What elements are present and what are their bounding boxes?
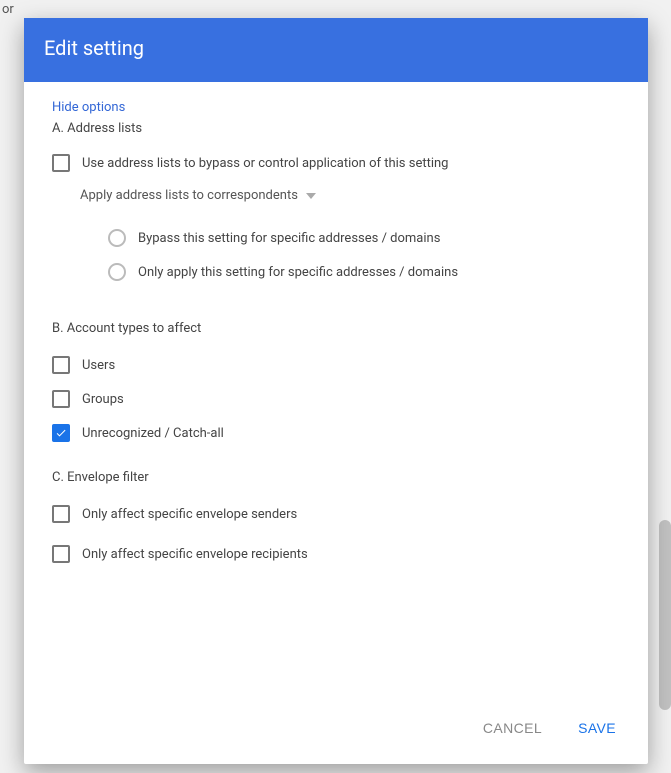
checkbox-unrecognized[interactable] <box>52 424 70 442</box>
row-users[interactable]: Users <box>52 356 620 374</box>
checkbox-groups[interactable] <box>52 390 70 408</box>
save-button[interactable]: SAVE <box>570 714 624 742</box>
dropdown-label: Apply address lists to correspondents <box>80 188 298 203</box>
dialog-title: Edit setting <box>24 18 648 82</box>
cancel-button[interactable]: CANCEL <box>475 714 550 742</box>
section-envelope-filter: C. Envelope filter Only affect specific … <box>52 470 620 563</box>
row-radio-only-apply[interactable]: Only apply this setting for specific add… <box>80 263 620 281</box>
edit-setting-dialog: Edit setting Hide options A. Address lis… <box>24 18 648 764</box>
row-envelope-recipients[interactable]: Only affect specific envelope recipients <box>52 545 620 563</box>
radio-only-apply[interactable] <box>108 263 126 281</box>
checkbox-envelope-recipients[interactable] <box>52 545 70 563</box>
label-envelope-senders: Only affect specific envelope senders <box>82 507 297 522</box>
section-c-heading: C. Envelope filter <box>52 470 620 485</box>
checkbox-use-address-lists[interactable] <box>52 154 70 172</box>
dialog-body: Hide options A. Address lists Use addres… <box>24 82 648 704</box>
label-users: Users <box>82 358 115 373</box>
section-a-heading: A. Address lists <box>52 121 620 136</box>
label-radio-bypass: Bypass this setting for specific address… <box>138 231 440 246</box>
section-account-types: B. Account types to affect Users Groups <box>52 321 620 442</box>
hide-options-link[interactable]: Hide options <box>52 100 125 115</box>
label-unrecognized: Unrecognized / Catch-all <box>82 426 224 441</box>
row-unrecognized[interactable]: Unrecognized / Catch-all <box>52 424 620 442</box>
section-b-heading: B. Account types to affect <box>52 321 620 336</box>
row-radio-bypass[interactable]: Bypass this setting for specific address… <box>80 229 620 247</box>
chevron-down-icon <box>306 193 316 199</box>
row-groups[interactable]: Groups <box>52 390 620 408</box>
label-groups: Groups <box>82 392 124 407</box>
label-use-address-lists: Use address lists to bypass or control a… <box>82 156 448 171</box>
row-use-address-lists[interactable]: Use address lists to bypass or control a… <box>52 154 620 172</box>
label-radio-only-apply: Only apply this setting for specific add… <box>138 265 458 280</box>
radio-bypass[interactable] <box>108 229 126 247</box>
dialog-footer: CANCEL SAVE <box>24 704 648 764</box>
row-envelope-senders[interactable]: Only affect specific envelope senders <box>52 505 620 523</box>
scrollbar-thumb[interactable] <box>659 520 671 710</box>
checkbox-users[interactable] <box>52 356 70 374</box>
check-icon <box>55 427 67 439</box>
dropdown-apply-address-lists[interactable]: Apply address lists to correspondents <box>80 188 620 203</box>
label-envelope-recipients: Only affect specific envelope recipients <box>82 547 308 562</box>
checkbox-envelope-senders[interactable] <box>52 505 70 523</box>
backdrop: or Edit setting Hide options A. Address … <box>0 0 671 773</box>
section-address-lists: A. Address lists Use address lists to by… <box>52 121 620 281</box>
